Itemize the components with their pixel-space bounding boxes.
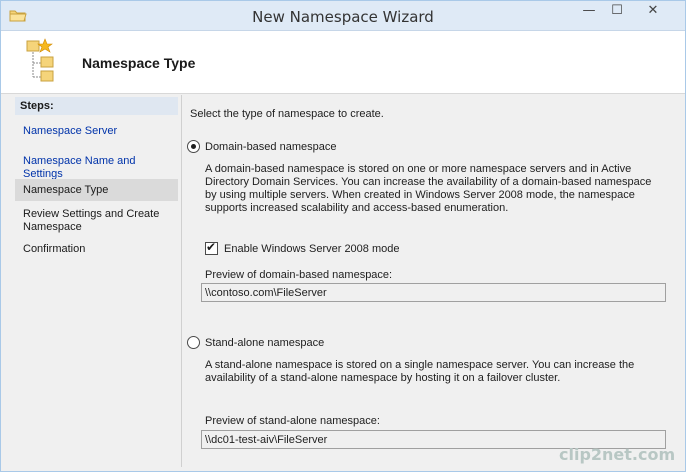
checkmark-icon: ✔: [206, 240, 217, 254]
close-button[interactable]: ✕: [631, 1, 675, 21]
content-pane: Select the type of namespace to create. …: [181, 95, 679, 467]
title-bar[interactable]: New Namespace Wizard — ☐ ✕: [1, 1, 685, 31]
namespace-tree-icon: [21, 37, 65, 85]
ws2008-mode-checkbox[interactable]: ✔: [205, 240, 218, 255]
standalone-preview-label: Preview of stand-alone namespace:: [205, 415, 380, 427]
step-review-settings: Review Settings and Create Namespace: [23, 208, 160, 233]
domain-based-label[interactable]: Domain-based namespace: [205, 141, 336, 153]
instruction-text: Select the type of namespace to create.: [190, 108, 384, 120]
domain-preview-field: \\contoso.com\FileServer: [201, 283, 666, 302]
minimize-icon: —: [582, 3, 596, 18]
wizard-window: New Namespace Wizard — ☐ ✕ Namespace Typ…: [0, 0, 686, 472]
steps-pane: Steps: Namespace Server Namespace Name a…: [15, 97, 180, 467]
maximize-icon: ☐: [611, 3, 623, 18]
domain-based-description: A domain-based namespace is stored on on…: [205, 163, 652, 214]
window-controls: — ☐ ✕: [575, 1, 675, 23]
step-namespace-server[interactable]: Namespace Server: [15, 125, 178, 138]
watermark-logo: clip2net.com: [559, 445, 675, 465]
step-namespace-name-settings[interactable]: Namespace Name and Settings: [15, 155, 178, 181]
wizard-header: Namespace Type: [1, 31, 685, 94]
watermark-text: clip2net.com: [559, 445, 676, 464]
minimize-button[interactable]: —: [575, 1, 603, 21]
steps-heading: Steps:: [15, 97, 178, 115]
page-title: Namespace Type: [82, 55, 196, 71]
standalone-description: A stand-alone namespace is stored on a s…: [205, 359, 635, 384]
step-confirmation: Confirmation: [23, 243, 86, 255]
maximize-button[interactable]: ☐: [603, 1, 631, 21]
domain-preview-label: Preview of domain-based namespace:: [205, 269, 393, 281]
standalone-label[interactable]: Stand-alone namespace: [205, 337, 324, 349]
standalone-radio[interactable]: [187, 336, 200, 349]
ws2008-mode-label[interactable]: Enable Windows Server 2008 mode: [224, 243, 399, 255]
close-icon: ✕: [647, 3, 659, 18]
step-namespace-type: Namespace Type: [15, 179, 178, 201]
domain-based-radio[interactable]: [187, 140, 200, 153]
